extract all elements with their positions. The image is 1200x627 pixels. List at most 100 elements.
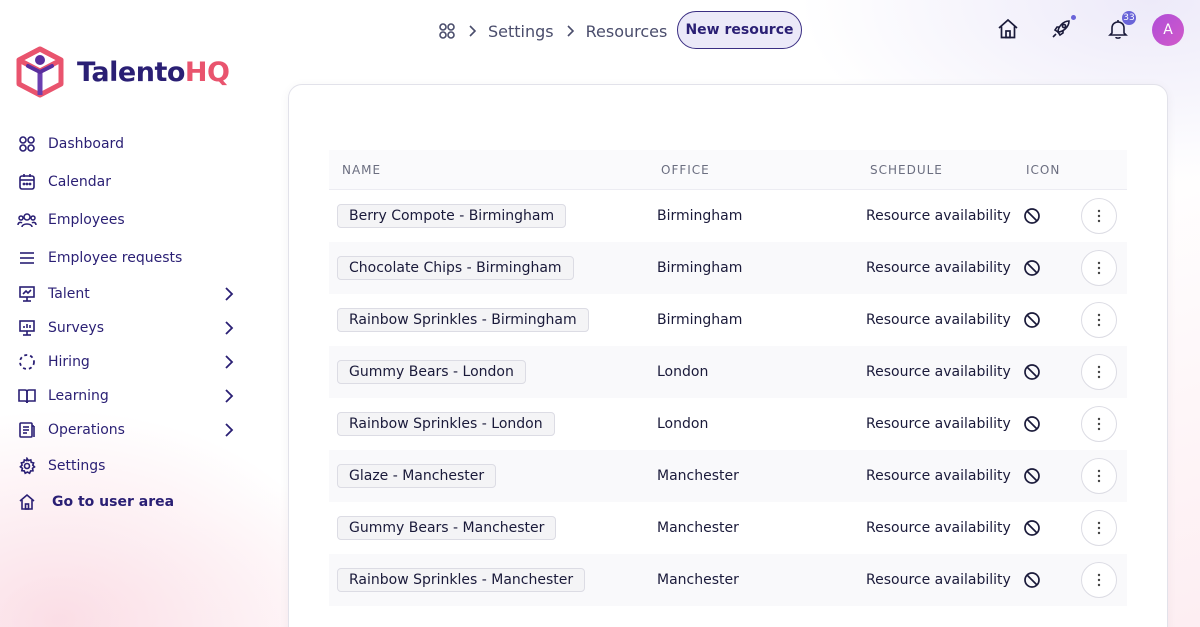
column-header-office[interactable]: OFFICE [661,163,710,177]
sidebar-item-label: Settings [48,458,106,474]
chevron-right-icon [564,24,576,38]
column-header-schedule[interactable]: SCHEDULE [870,163,943,177]
sidebar-item-settings[interactable]: Settings [17,451,242,481]
ban-icon [1023,519,1041,537]
office-cell: London [657,364,709,380]
sidebar-item-employee-requests[interactable]: Employee requests [17,243,242,273]
chevron-right-icon [222,286,236,306]
schedule-cell: Resource availability [866,208,1011,224]
more-vertical-icon [1097,313,1101,327]
chevron-right-icon [222,422,236,442]
sidebar-item-employees[interactable]: Employees [17,205,242,235]
schedule-cell: Resource availability [866,572,1011,588]
table-row[interactable]: Gummy Bears - London London Resource avail… [329,346,1127,398]
more-vertical-icon [1097,417,1101,431]
sidebar-item-calendar[interactable]: Calendar [17,167,242,197]
calendar-icon [17,172,37,192]
resource-name-tag[interactable]: Gummy Bears - London [337,360,526,384]
brand-logo[interactable]: TalentoHQ [15,46,230,98]
row-actions-button[interactable] [1081,562,1117,598]
list-icon [17,248,37,268]
sidebar-item-talent[interactable]: Talent [17,279,242,309]
home-icon[interactable] [994,15,1022,43]
schedule-cell: Resource availability [866,468,1011,484]
row-actions-button[interactable] [1081,250,1117,286]
schedule-cell: Resource availability [866,520,1011,536]
schedule-cell: Resource availability [866,364,1011,380]
more-vertical-icon [1097,261,1101,275]
gear-icon [17,456,37,476]
chart-board-icon [17,318,37,338]
row-actions-button[interactable] [1081,406,1117,442]
new-resource-button[interactable]: New resource [677,11,802,49]
row-actions-button[interactable] [1081,354,1117,390]
sidebar-item-label: Calendar [48,174,111,190]
breadcrumb-settings[interactable]: Settings [488,22,554,41]
resource-name-tag[interactable]: Chocolate Chips - Birmingham [337,256,574,280]
sidebar-item-go-to-user-area[interactable]: Go to user area [17,487,242,517]
row-actions-button[interactable] [1081,510,1117,546]
notification-count-badge: 33 [1122,11,1136,25]
resource-name-tag[interactable]: Rainbow Sprinkles - Birmingham [337,308,589,332]
sidebar-item-operations[interactable]: Operations [17,415,242,445]
sidebar-item-label: Employee requests [48,250,183,266]
resource-name-tag[interactable]: Rainbow Sprinkles - London [337,412,555,436]
chevron-right-icon [222,388,236,408]
apps-grid-icon[interactable] [438,22,456,40]
chevron-right-icon [466,24,478,38]
sidebar-item-learning[interactable]: Learning [17,381,242,411]
table-row[interactable]: Gummy Bears - Manchester Manchester Resour… [329,502,1127,554]
office-cell: Manchester [657,520,739,536]
office-cell: Birmingham [657,260,743,276]
sidebar-item-label: Operations [48,422,125,438]
more-vertical-icon [1097,209,1101,223]
cube-person-logo-icon [16,46,64,98]
table-row[interactable]: Berry Compote - Birmingham Birmingham Reso… [329,190,1127,242]
column-header-name[interactable]: NAME [342,163,381,177]
document-icon [17,420,37,440]
resource-name-tag[interactable]: Rainbow Sprinkles - Manchester [337,568,586,592]
office-cell: Manchester [657,572,739,588]
more-vertical-icon [1097,469,1101,483]
ban-icon [1023,415,1041,433]
column-header-icon[interactable]: ICON [1026,163,1060,177]
sidebar-item-label: Employees [48,212,125,228]
resource-name-tag[interactable]: Gummy Bears - Manchester [337,516,557,540]
breadcrumb-resources[interactable]: Resources [586,22,668,41]
row-actions-button[interactable] [1081,198,1117,234]
table-row[interactable]: Chocolate Chips - Birmingham Birmingham Re… [329,242,1127,294]
sidebar-item-label: Dashboard [48,136,124,152]
chevron-right-icon [222,354,236,374]
ban-icon [1023,571,1041,589]
more-vertical-icon [1097,573,1101,587]
resource-name-tag[interactable]: Glaze - Manchester [337,464,497,488]
table-row[interactable]: Rainbow Sprinkles - London London Resource… [329,398,1127,450]
more-vertical-icon [1097,521,1101,535]
office-cell: Birmingham [657,208,743,224]
book-icon [17,386,37,406]
resource-name-tag[interactable]: Berry Compote - Birmingham [337,204,567,228]
table-row[interactable]: Rainbow Sprinkles - Birmingham Birmingham… [329,294,1127,346]
sidebar-item-surveys[interactable]: Surveys [17,313,242,343]
ban-icon [1023,467,1041,485]
brand-name: TalentoHQ [77,56,230,88]
resources-table: NAME OFFICE SCHEDULE ICON Berry Compote … [329,150,1127,606]
row-actions-button[interactable] [1081,458,1117,494]
sidebar-item-dashboard[interactable]: Dashboard [17,129,242,159]
office-cell: Manchester [657,468,739,484]
schedule-cell: Resource availability [866,312,1011,328]
avatar[interactable]: A [1152,14,1184,46]
table-row[interactable]: Rainbow Sprinkles - Manchester Manchester… [329,554,1127,606]
sidebar-item-label: Talent [48,286,90,302]
table-row[interactable]: Glaze - Manchester Manchester Resource ava… [329,450,1127,502]
sidebar-item-hiring[interactable]: Hiring [17,347,242,377]
sidebar-item-label: Go to user area [52,494,175,510]
more-vertical-icon [1097,365,1101,379]
schedule-cell: Resource availability [866,416,1011,432]
home-icon [17,492,37,512]
ban-icon [1023,363,1041,381]
ban-icon [1023,259,1041,277]
ban-icon [1023,207,1041,225]
dashed-circle-icon [17,352,37,372]
row-actions-button[interactable] [1081,302,1117,338]
